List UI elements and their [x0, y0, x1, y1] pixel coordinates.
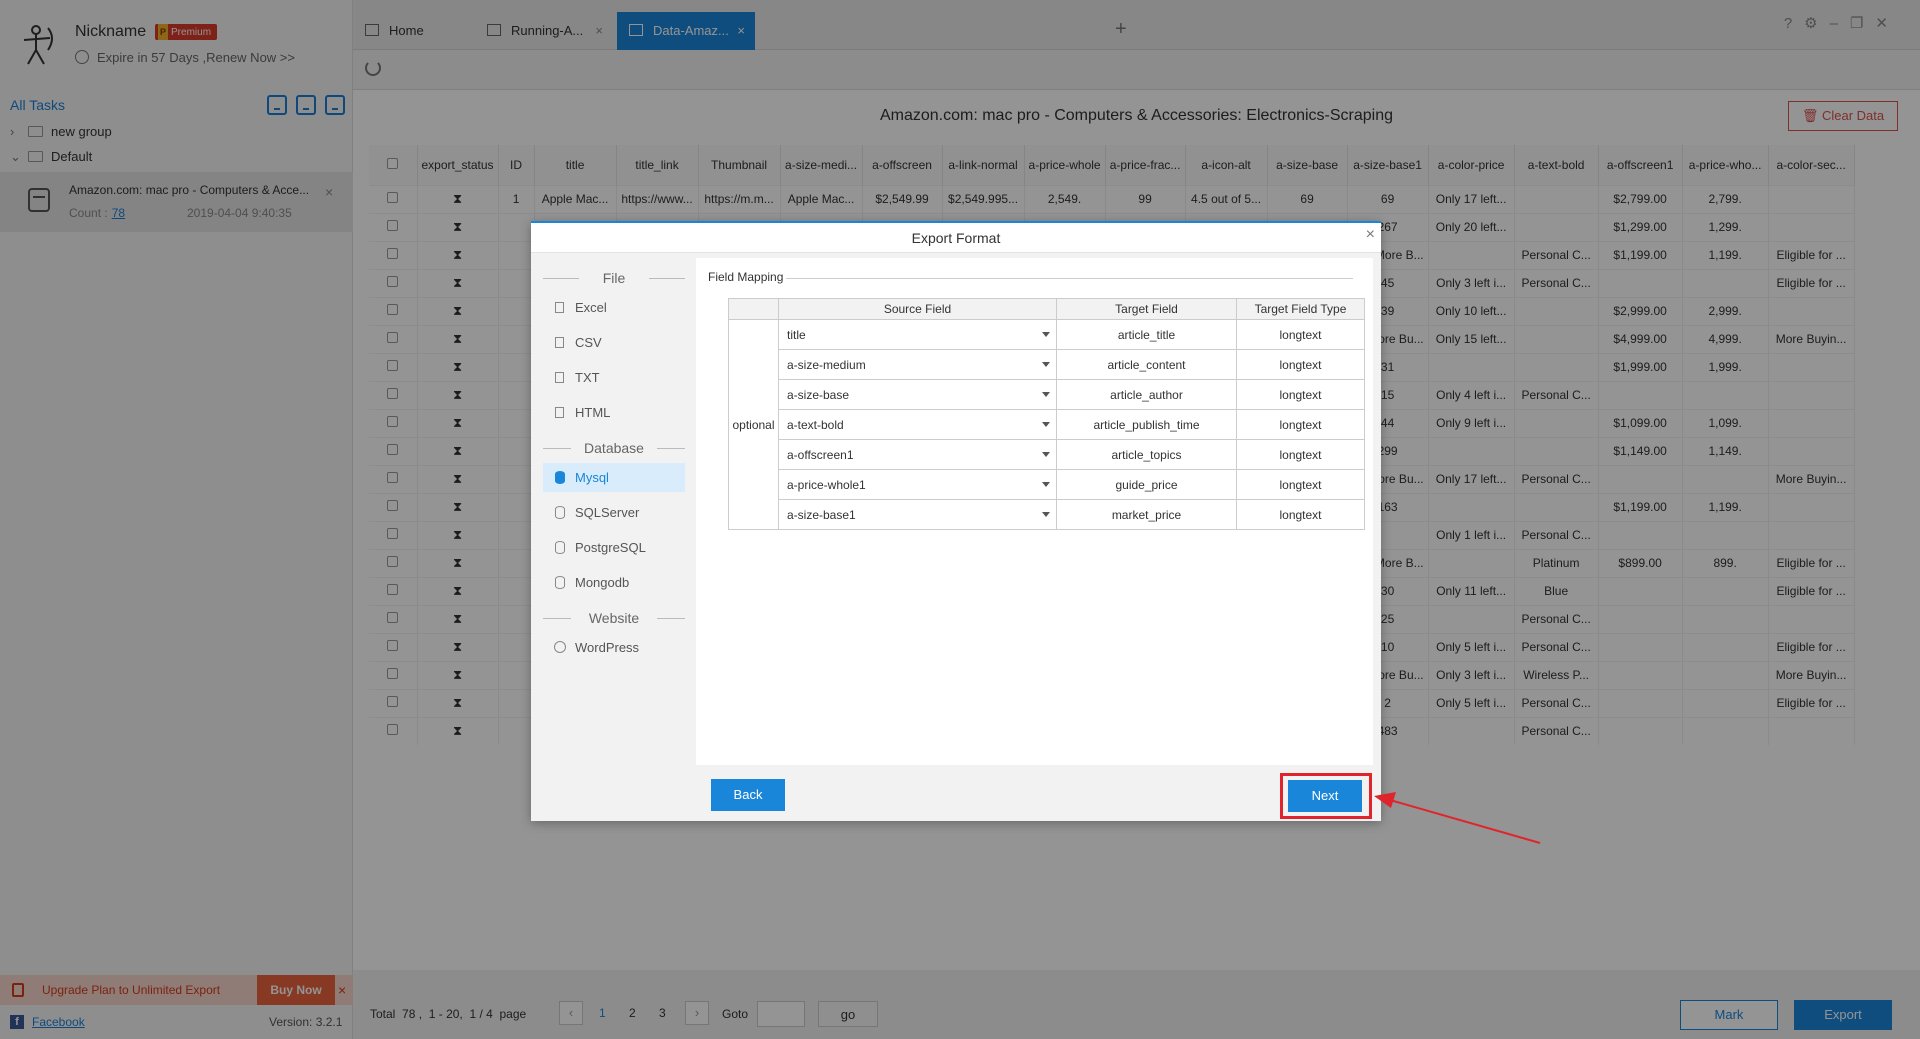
target-type-header: Target Field Type	[1236, 298, 1365, 320]
format-label: Mysql	[575, 470, 609, 485]
database-icon	[555, 506, 565, 519]
format-html[interactable]: HTML	[543, 398, 685, 427]
format-wordpress[interactable]: WordPress	[543, 633, 685, 662]
file-icon	[555, 407, 564, 418]
target-field-type: longtext	[1236, 469, 1365, 500]
mapping-row: a-text-bold article_publish_time longtext	[729, 409, 1365, 440]
source-field-select[interactable]: title	[778, 319, 1057, 350]
mapping-row: a-size-medium article_content longtext	[729, 349, 1365, 380]
format-sqlserver[interactable]: SQLServer	[543, 498, 685, 527]
source-field-value: a-size-base	[787, 387, 850, 402]
target-field: guide_price	[1056, 469, 1237, 500]
file-icon	[555, 337, 564, 348]
field-mapping-panel: Field Mapping Source Field Target Field …	[696, 258, 1373, 765]
source-field-select[interactable]: a-text-bold	[778, 409, 1057, 440]
format-label: TXT	[575, 370, 600, 385]
target-field-type: longtext	[1236, 499, 1365, 530]
mapping-row: a-size-base article_author longtext	[729, 379, 1365, 410]
target-field-type: longtext	[1236, 439, 1365, 470]
format-label: SQLServer	[575, 505, 640, 520]
format-label: Excel	[575, 300, 607, 315]
source-field-select[interactable]: a-size-medium	[778, 349, 1057, 380]
target-field: article_topics	[1056, 439, 1237, 470]
format-txt[interactable]: TXT	[543, 363, 685, 392]
globe-icon	[554, 641, 566, 653]
format-label: Mongodb	[575, 575, 630, 590]
source-field-value: title	[787, 327, 806, 342]
database-icon	[555, 541, 565, 554]
target-field-header: Target Field	[1056, 298, 1237, 320]
source-field-value: a-text-bold	[787, 417, 844, 432]
target-field-type: longtext	[1236, 319, 1365, 350]
dialog-title: Export Format	[911, 230, 1001, 246]
back-button[interactable]: Back	[711, 779, 785, 811]
source-field-value: a-size-medium	[787, 357, 866, 372]
database-icon	[555, 471, 565, 484]
caret-down-icon[interactable]	[1042, 482, 1050, 487]
source-field-select[interactable]: a-size-base	[778, 379, 1057, 410]
mapping-row: optional title article_title longtext	[728, 319, 1365, 530]
source-field-header: Source Field	[778, 298, 1057, 320]
target-field: article_publish_time	[1056, 409, 1237, 440]
caret-down-icon[interactable]	[1042, 512, 1050, 517]
source-field-select[interactable]: a-size-base1	[778, 499, 1057, 530]
mapping-table: Source Field Target Field Target Field T…	[728, 298, 1365, 530]
target-field: article_title	[1056, 319, 1237, 350]
file-icon	[555, 372, 564, 383]
format-list: File Excel CSV TXT HTML Database Mysql S…	[543, 263, 685, 668]
close-icon[interactable]: ×	[1366, 226, 1375, 244]
mapping-header-row: Source Field Target Field Target Field T…	[728, 298, 1365, 320]
optional-header	[728, 298, 779, 320]
format-postgresql[interactable]: PostgreSQL	[543, 533, 685, 562]
caret-down-icon[interactable]	[1042, 332, 1050, 337]
format-excel[interactable]: Excel	[543, 293, 685, 322]
mapping-row: a-offscreen1 article_topics longtext	[729, 439, 1365, 470]
format-csv[interactable]: CSV	[543, 328, 685, 357]
format-mysql[interactable]: Mysql	[543, 463, 685, 492]
database-icon	[555, 576, 565, 589]
mapping-row: a-price-whole1 guide_price longtext	[729, 469, 1365, 500]
caret-down-icon[interactable]	[1042, 362, 1050, 367]
field-mapping-legend: Field Mapping	[708, 270, 788, 284]
divider	[786, 278, 1353, 279]
group-file: File	[543, 263, 685, 293]
source-field-value: a-price-whole1	[787, 477, 866, 492]
mapping-row: a-size-base1 market_price longtext	[729, 499, 1365, 530]
target-field: article_content	[1056, 349, 1237, 380]
format-mongodb[interactable]: Mongodb	[543, 568, 685, 597]
group-database: Database	[543, 433, 685, 463]
caret-down-icon[interactable]	[1042, 452, 1050, 457]
optional-label: optional	[728, 319, 779, 530]
export-format-dialog: Export Format × File Excel CSV TXT HTML …	[531, 221, 1381, 821]
dialog-header: Export Format ×	[531, 223, 1381, 253]
source-field-select[interactable]: a-price-whole1	[778, 469, 1057, 500]
format-label: CSV	[575, 335, 602, 350]
source-field-select[interactable]: a-offscreen1	[778, 439, 1057, 470]
format-label: PostgreSQL	[575, 540, 646, 555]
target-field-type: longtext	[1236, 379, 1365, 410]
next-button[interactable]: Next	[1288, 780, 1362, 812]
target-field-type: longtext	[1236, 349, 1365, 380]
caret-down-icon[interactable]	[1042, 392, 1050, 397]
target-field: market_price	[1056, 499, 1237, 530]
target-field: article_author	[1056, 379, 1237, 410]
caret-down-icon[interactable]	[1042, 422, 1050, 427]
group-website: Website	[543, 603, 685, 633]
source-field-value: a-offscreen1	[787, 447, 854, 462]
file-icon	[555, 302, 564, 313]
source-field-value: a-size-base1	[787, 507, 856, 522]
format-label: HTML	[575, 405, 611, 420]
target-field-type: longtext	[1236, 409, 1365, 440]
format-label: WordPress	[575, 640, 640, 655]
